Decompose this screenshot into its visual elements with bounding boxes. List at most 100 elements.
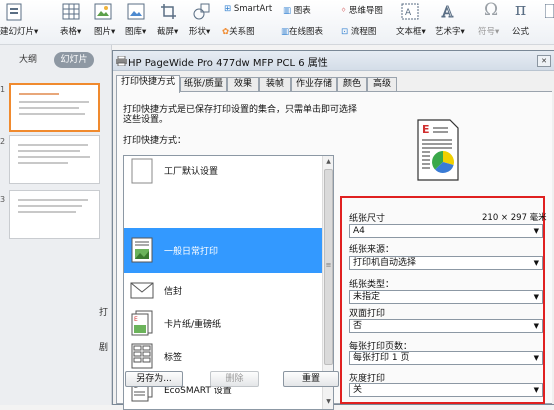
shape-button[interactable]: 形状▾ [189, 25, 210, 37]
paper-source-label: 纸张来源： [349, 245, 395, 255]
tab-paper-quality[interactable]: 纸张/质量 [180, 77, 227, 92]
tab-color[interactable]: 颜色 [337, 77, 367, 92]
shortcut-everyday-printing[interactable]: 一般日常打印 [124, 228, 322, 273]
dialog-titlebar[interactable]: HP PageWide Pro 477dw MFP PCL 6 属性 ✕ [113, 51, 554, 71]
slide-number: 3 [0, 195, 6, 204]
chevron-down-icon: ▼ [533, 259, 539, 267]
svg-text:E: E [422, 123, 430, 136]
picture-button[interactable]: 图片▾ [94, 25, 115, 37]
tab-slides[interactable]: 幻灯片 [54, 52, 94, 68]
save-as-button[interactable]: 另存为... [125, 371, 183, 387]
printer-icon [116, 56, 127, 66]
slide-thumbnail-1[interactable] [9, 83, 100, 132]
new-slide-icon[interactable] [4, 2, 24, 22]
duplex-label: 双面打印 [349, 309, 386, 319]
flowchart-icon: ⊡ [341, 27, 349, 37]
paper-size-select[interactable]: A4 ▼ [349, 224, 543, 238]
online-chart-button[interactable]: ▥在线图表 [281, 25, 323, 37]
symbol-button[interactable]: 符号▾ [478, 25, 499, 37]
table-icon[interactable] [62, 3, 80, 20]
envelope-icon [130, 282, 154, 299]
svg-text:E: E [134, 316, 138, 323]
textbox-icon[interactable]: A [401, 3, 419, 20]
formula-button[interactable]: 公式 [512, 25, 529, 37]
tab-advanced[interactable]: 高级 [367, 77, 397, 92]
chart-icon: ▥ [283, 6, 292, 16]
gallery-icon[interactable] [127, 3, 145, 20]
document-preview: E [417, 119, 459, 181]
cardstock-icon: E [131, 310, 153, 336]
formula-icon[interactable]: π [515, 0, 526, 20]
new-slide-button[interactable]: 建幻灯片▾ [0, 25, 38, 37]
symbol-icon[interactable]: Ω [484, 0, 498, 20]
table-button[interactable]: 表格▾ [60, 25, 81, 37]
scroll-down-icon[interactable]: ▼ [324, 397, 333, 407]
relation-chart-button[interactable]: ✿关系图 [222, 25, 255, 37]
smartart-icon: ⊞ [224, 4, 232, 14]
shortcut-labels[interactable]: 标签 [124, 339, 322, 373]
gallery-button[interactable]: 图库▾ [125, 25, 146, 37]
wordart-icon[interactable]: A [440, 2, 458, 21]
wordart-button[interactable]: 艺术字▾ [435, 25, 465, 37]
svg-text:A: A [405, 8, 412, 18]
ribbon-toolbar: 建幻灯片▾ 表格▾ 图片▾ 图库▾ 截屏▾ 形状▾ ⊞ SmartArt ▥ 图… [0, 0, 554, 45]
paper-size-dimensions: 210 × 297 毫米 [482, 213, 547, 223]
chevron-down-icon: ▼ [533, 354, 539, 362]
overflow-icon[interactable] [545, 4, 554, 18]
slide-pane: 大纲 幻灯片 1 2 3 [0, 45, 112, 405]
tab-print-shortcuts[interactable]: 打印快捷方式 [116, 75, 180, 93]
obscured-label: 剧 [99, 343, 109, 353]
scroll-grip-icon: ≡ [325, 261, 332, 269]
chevron-down-icon: ▼ [533, 322, 539, 330]
slide-number: 1 [0, 85, 6, 94]
slide-thumbnail-3[interactable] [9, 190, 100, 239]
slide-thumbnail-2[interactable] [9, 135, 100, 184]
blank-document-icon [131, 158, 153, 184]
shortcut-factory-defaults[interactable]: 工厂默认设置 [124, 156, 322, 184]
tab-finishing[interactable]: 装帧 [259, 77, 291, 92]
tab-outline[interactable]: 大纲 [14, 52, 42, 68]
svg-text:A: A [441, 3, 453, 20]
tab-job-storage[interactable]: 作业存储 [291, 77, 337, 92]
mindmap-icon: ᛜ [341, 6, 347, 16]
flowchart-button[interactable]: ⊡ 流程图 [341, 25, 376, 37]
textbox-button[interactable]: 文本框▾ [396, 25, 426, 37]
paper-size-label: 纸张尺寸 [349, 214, 386, 224]
delete-button[interactable]: 删除 [210, 371, 259, 387]
dialog-tabs: 打印快捷方式 纸张/质量 效果 装帧 作业存储 颜色 高级 [113, 75, 554, 93]
shortcut-cardstock[interactable]: E 卡片纸/重磅纸 [124, 306, 322, 340]
scrollbar-thumb[interactable]: ≡ [324, 169, 333, 365]
chevron-down-icon: ▼ [533, 227, 539, 235]
dialog-title: HP PageWide Pro 477dw MFP PCL 6 属性 [128, 58, 328, 69]
close-button[interactable]: ✕ [537, 55, 551, 67]
paper-type-label: 纸张类型： [349, 280, 395, 290]
settings-highlight-box: 纸张尺寸 210 × 297 毫米 A4 ▼ 纸张来源： 打印机自动选择 ▼ 纸… [340, 196, 547, 404]
pages-per-sheet-select[interactable]: 每张打印 1 页 ▼ [349, 351, 543, 365]
scroll-up-icon[interactable]: ▲ [324, 157, 333, 167]
slide-number: 2 [0, 137, 6, 146]
grayscale-select[interactable]: 关 ▼ [349, 383, 543, 397]
printer-properties-dialog: HP PageWide Pro 477dw MFP PCL 6 属性 ✕ 打印快… [99, 50, 554, 410]
shortcut-envelope[interactable]: 信封 [124, 273, 322, 307]
chevron-down-icon: ▼ [533, 293, 539, 301]
screenshot-button[interactable]: 截屏▾ [157, 25, 178, 37]
close-icon: ✕ [541, 57, 547, 65]
smartart-button[interactable]: ⊞ SmartArt [224, 4, 272, 14]
chart-button[interactable]: ▥ 图表 [283, 4, 311, 16]
chevron-down-icon: ▼ [533, 386, 539, 394]
shape-icon[interactable] [193, 3, 211, 20]
reset-button[interactable]: 重置 [283, 371, 339, 387]
duplex-select[interactable]: 否 ▼ [349, 319, 543, 333]
shortcuts-label: 打印快捷方式： [123, 136, 187, 146]
online-chart-icon: ▥ [281, 27, 290, 37]
tab-effects[interactable]: 效果 [227, 77, 259, 92]
labels-icon [131, 343, 153, 369]
obscured-label: 打 [99, 308, 109, 318]
screenshot-icon[interactable] [160, 3, 178, 20]
mindmap-button[interactable]: ᛜ 思维导图 [341, 4, 383, 16]
paper-type-select[interactable]: 未指定 ▼ [349, 290, 543, 304]
document-with-picture-icon [131, 237, 153, 263]
picture-icon[interactable] [94, 3, 112, 20]
paper-source-select[interactable]: 打印机自动选择 ▼ [349, 256, 543, 270]
description-text: 这些设置。 [123, 115, 169, 125]
